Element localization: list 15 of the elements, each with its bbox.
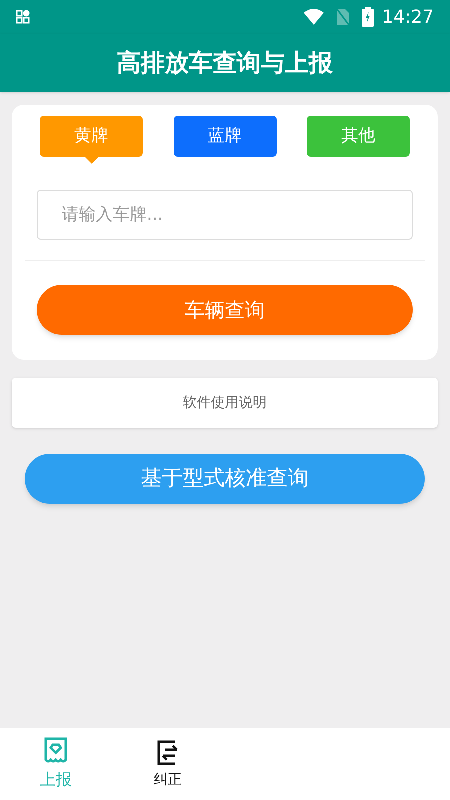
wifi-icon bbox=[304, 9, 324, 25]
plate-input-field[interactable]: 请输入车牌... bbox=[37, 190, 413, 240]
no-sim-icon bbox=[336, 8, 350, 26]
vehicle-query-button[interactable]: 车辆查询 bbox=[37, 285, 413, 335]
app-title: 高排放车查询与上报 bbox=[117, 48, 333, 79]
instructions-button[interactable]: 软件使用说明 bbox=[12, 378, 438, 428]
plate-type-button[interactable]: 其他 bbox=[307, 116, 410, 157]
pointer-icon bbox=[84, 156, 100, 164]
nav-tab[interactable]: 上报 bbox=[0, 728, 112, 800]
type-approval-query-button[interactable]: 基于型式核准查询 bbox=[25, 454, 425, 504]
clock-time: 14:27 bbox=[382, 6, 434, 30]
nav-tab[interactable]: 纠正 bbox=[112, 728, 224, 800]
apps-icon bbox=[16, 10, 30, 24]
plate-type-button[interactable]: 蓝牌 bbox=[174, 116, 276, 157]
battery-icon bbox=[362, 7, 374, 27]
